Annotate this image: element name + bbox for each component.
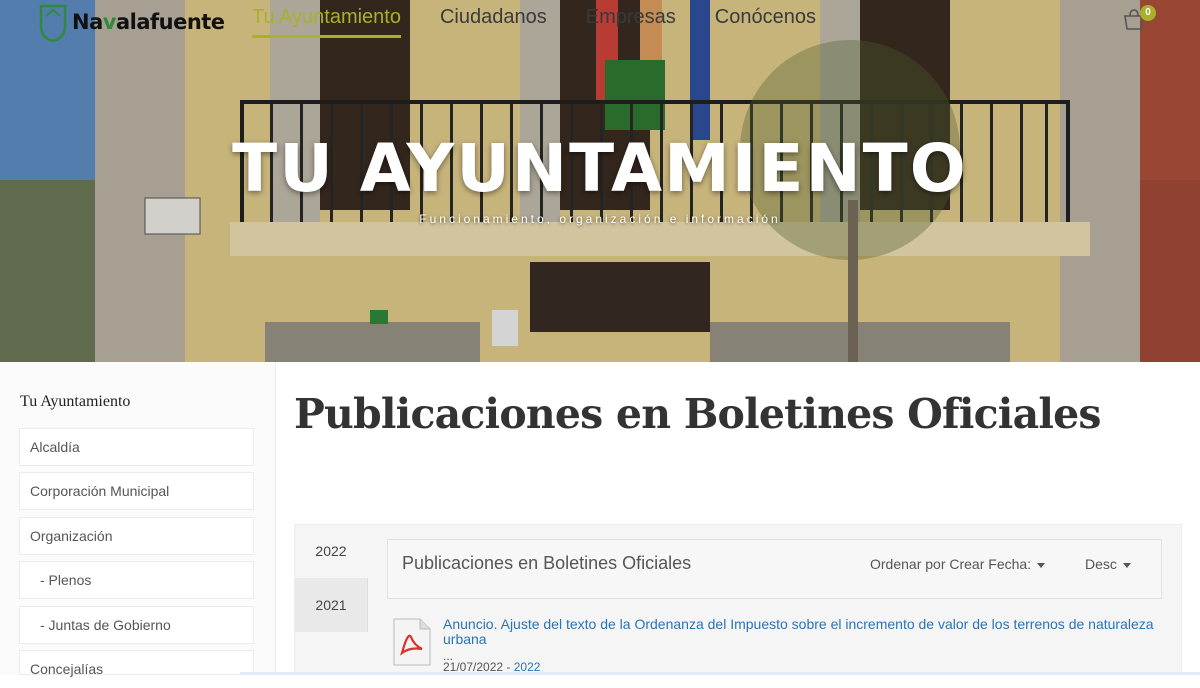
- main-nav: Tu Ayuntamiento Ciudadanos Empresas Conó…: [252, 6, 855, 38]
- nav-tu-ayuntamiento[interactable]: Tu Ayuntamiento: [252, 6, 401, 38]
- sort-field-dropdown[interactable]: Ordenar por Crear Fecha:: [870, 556, 1046, 572]
- sidebar-item-organizacion[interactable]: Organización: [19, 517, 254, 555]
- sort-field-label: Ordenar por Crear Fecha:: [870, 556, 1032, 572]
- caret-down-icon: [1037, 562, 1046, 568]
- pdf-file-icon[interactable]: [390, 617, 432, 667]
- sort-direction-dropdown[interactable]: Desc: [1085, 556, 1131, 572]
- hero-title: TU AYUNTAMIENTO: [232, 130, 968, 207]
- sidebar-item-plenos[interactable]: - Plenos: [19, 561, 254, 599]
- year-tab-2021[interactable]: 2021: [295, 578, 368, 632]
- hero-banner: TU AYUNTAMIENTO Funcionamiento, organiza…: [0, 0, 1200, 362]
- sidebar-item-alcaldia[interactable]: Alcaldía: [19, 428, 254, 466]
- year-tab-2022[interactable]: 2022: [295, 524, 367, 578]
- caret-down-icon: [1122, 562, 1131, 568]
- list-title: Publicaciones en Boletines Oficiales: [402, 553, 692, 573]
- sidebar-item-corporacion[interactable]: Corporación Municipal: [19, 472, 254, 510]
- site-name: Navalafuente: [72, 10, 225, 34]
- hero-subtitle: Funcionamiento, organización e informaci…: [419, 212, 781, 226]
- sort-direction-label: Desc: [1085, 556, 1117, 572]
- sidebar-item-concejalias[interactable]: Concejalías: [19, 650, 254, 677]
- coat-of-arms-icon: [39, 4, 67, 42]
- sidebar-title: Tu Ayuntamiento: [20, 393, 131, 410]
- nav-empresas[interactable]: Empresas: [586, 6, 676, 38]
- nav-ciudadanos[interactable]: Ciudadanos: [440, 6, 547, 38]
- cart-count-badge: 0: [1140, 5, 1156, 21]
- page-title: Publicaciones en Boletines Oficiales: [294, 390, 1102, 438]
- sidebar-item-juntas[interactable]: - Juntas de Gobierno: [19, 606, 254, 644]
- publication-link[interactable]: Anuncio. Ajuste del texto de la Ordenanz…: [443, 617, 1158, 647]
- nav-conocenos[interactable]: Conócenos: [715, 6, 816, 38]
- site-logo[interactable]: Navalafuente: [38, 0, 225, 44]
